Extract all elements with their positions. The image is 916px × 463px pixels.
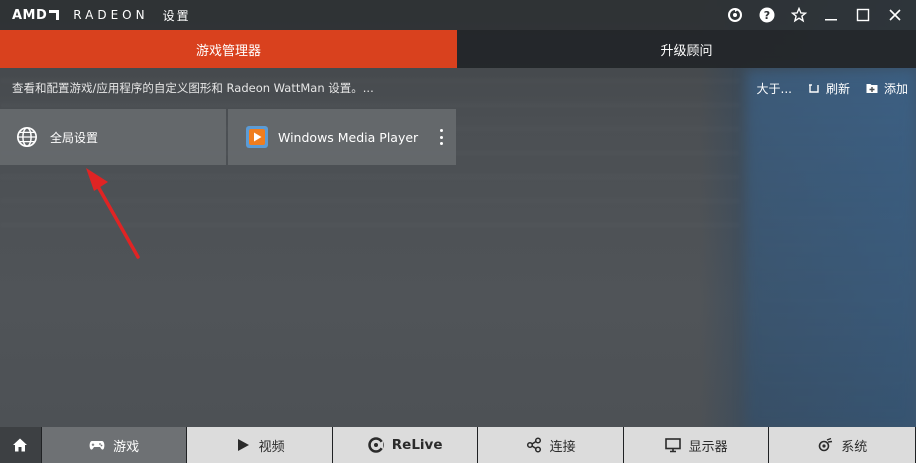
global-settings-card[interactable]: 全局设置	[0, 109, 226, 165]
nav-display[interactable]: 显示器	[623, 427, 770, 463]
globe-icon	[14, 124, 40, 150]
refresh-label: 刷新	[825, 81, 850, 96]
add-folder-icon	[866, 84, 878, 93]
nav-system-label: 系统	[841, 439, 868, 455]
nav-gaming[interactable]: 游戏	[41, 427, 188, 463]
nav-system[interactable]: 系统	[769, 427, 916, 463]
favorite-button[interactable]	[790, 6, 808, 24]
app-title: 设置	[162, 8, 191, 23]
refresh-button[interactable]: 刷新	[808, 80, 850, 97]
tab-bar: 游戏管理器 升级顾问	[0, 30, 916, 68]
tab-game-manager[interactable]: 游戏管理器	[0, 30, 457, 68]
sync-icon	[728, 8, 742, 22]
home-icon	[13, 438, 28, 452]
bottom-navigation: 游戏 视频 ReLive 连接 显示器 系统	[0, 427, 916, 463]
page-description: 查看和配置游戏/应用程序的自定义图形和 Radeon WattMan 设置。..…	[12, 81, 374, 95]
help-button[interactable]: ?	[758, 6, 776, 24]
monitor-icon	[664, 438, 681, 453]
media-player-icon	[244, 124, 270, 150]
tab-upgrade-advisor[interactable]: 升级顾问	[457, 30, 916, 68]
nav-connect-label: 连接	[549, 439, 576, 455]
share-icon	[526, 437, 541, 453]
background-blur-window	[746, 70, 916, 430]
svg-text:?: ?	[764, 9, 770, 22]
star-icon	[791, 7, 807, 23]
close-icon	[889, 9, 901, 21]
global-settings-label: 全局设置	[50, 130, 99, 145]
maximize-icon	[856, 8, 870, 22]
help-icon: ?	[759, 7, 775, 23]
amd-logo: AMD	[12, 8, 60, 23]
more-options-icon[interactable]	[438, 129, 444, 145]
radeon-wordmark: RADEON	[73, 8, 149, 22]
play-icon	[237, 439, 249, 451]
refresh-icon	[808, 84, 819, 93]
nav-gaming-label: 游戏	[113, 439, 140, 455]
update-button[interactable]	[726, 6, 744, 24]
amd-arrow-icon	[49, 9, 60, 20]
close-button[interactable]	[886, 6, 904, 24]
nav-connect[interactable]: 连接	[478, 427, 624, 463]
annotation-arrow	[86, 168, 140, 259]
wmp-label: Windows Media Player	[278, 129, 419, 145]
nav-relive-label: ReLive	[391, 437, 443, 453]
window-controls: ?	[726, 6, 904, 24]
add-button[interactable]: 添加	[866, 80, 908, 97]
toolbar: 查看和配置游戏/应用程序的自定义图形和 Radeon WattMan 设置。..…	[0, 68, 916, 108]
maximize-button[interactable]	[854, 6, 872, 24]
system-icon	[818, 437, 833, 452]
nav-video-label: 视频	[258, 439, 285, 455]
wmp-profile-card[interactable]: Windows Media Player	[228, 109, 456, 165]
add-label: 添加	[883, 81, 908, 96]
title-bar: AMD RADEON 设置 ?	[0, 0, 916, 30]
nav-display-label: 显示器	[688, 439, 728, 455]
size-filter-label: 大于...	[756, 81, 792, 96]
home-button[interactable]	[0, 427, 42, 463]
relive-icon	[368, 437, 384, 453]
gamepad-icon	[89, 441, 105, 450]
nav-video[interactable]: 视频	[187, 427, 333, 463]
minimize-icon	[825, 19, 837, 21]
nav-relive[interactable]: ReLive	[332, 427, 479, 463]
radeon-settings-window: AMD RADEON 设置 ? 游戏管理器 升级顾问 查看和配置游戏/应用程序的…	[0, 0, 916, 463]
brand: AMD RADEON 设置	[12, 7, 191, 24]
minimize-button[interactable]	[822, 6, 840, 24]
size-filter-dropdown[interactable]: 大于...	[757, 80, 792, 97]
toolbar-actions: 大于... 刷新 添加	[757, 80, 908, 97]
